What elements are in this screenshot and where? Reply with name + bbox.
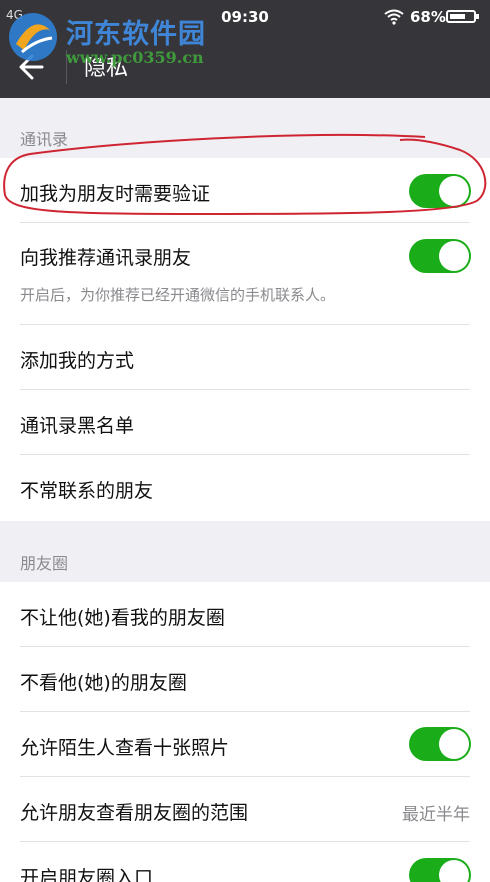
setting-label-hide-mine: 不让他(她)看我的朋友圈 (20, 607, 225, 629)
setting-row-verify[interactable]: 加我为朋友时需要验证 (0, 158, 490, 223)
settings-list: 通讯录 加我为朋友时需要验证 向我推荐通讯录朋友 开启后，为你推荐已经开通微信的… (0, 98, 490, 882)
setting-label-add-methods: 添加我的方式 (20, 350, 135, 372)
wifi-icon (384, 9, 404, 25)
toggle-knob (439, 860, 469, 882)
toggle-partial[interactable] (409, 858, 471, 882)
setting-label-hide-theirs: 不看他(她)的朋友圈 (20, 672, 187, 694)
setting-label-infrequent: 不常联系的朋友 (20, 480, 154, 502)
setting-row-hide-theirs[interactable]: 不看他(她)的朋友圈 (0, 647, 490, 712)
setting-label-partial: 开启朋友圈入口 (20, 867, 154, 882)
toggle-knob (439, 729, 469, 759)
toggle-knob (439, 176, 469, 206)
setting-label-range: 允许朋友查看朋友圈的范围 (20, 802, 249, 824)
setting-row-infrequent[interactable]: 不常联系的朋友 (0, 455, 490, 521)
section-header-moments: 朋友圈 (0, 521, 490, 582)
toggle-strangers[interactable] (409, 727, 471, 761)
battery-icon (446, 10, 476, 23)
section-header-contacts: 通讯录 (0, 98, 490, 158)
setting-value-range: 最近半年 (402, 805, 470, 825)
setting-label-blacklist: 通讯录黑名单 (20, 415, 135, 437)
section-title-contacts: 通讯录 (20, 130, 69, 149)
setting-row-strangers[interactable]: 允许陌生人查看十张照片 (0, 712, 490, 777)
watermark-title: 河东软件园 (66, 19, 206, 50)
watermark-logo-icon (9, 13, 57, 61)
section-title-moments: 朋友圈 (20, 554, 69, 573)
setting-row-recommend[interactable]: 向我推荐通讯录朋友 开启后，为你推荐已经开通微信的手机联系人。 (0, 223, 490, 325)
setting-row-partial[interactable]: 开启朋友圈入口 (0, 842, 490, 882)
toggle-verify[interactable] (409, 174, 471, 208)
setting-label-strangers: 允许陌生人查看十张照片 (20, 737, 230, 759)
toggle-knob (439, 241, 469, 271)
setting-label-recommend: 向我推荐通讯录朋友 (20, 247, 192, 269)
setting-row-range[interactable]: 允许朋友查看朋友圈的范围 最近半年 (0, 777, 490, 842)
setting-row-hide-mine[interactable]: 不让他(她)看我的朋友圈 (0, 582, 490, 647)
setting-desc-recommend: 开启后，为你推荐已经开通微信的手机联系人。 (20, 286, 336, 304)
setting-label-verify: 加我为朋友时需要验证 (20, 183, 211, 205)
setting-row-blacklist[interactable]: 通讯录黑名单 (0, 390, 490, 455)
toggle-recommend[interactable] (409, 239, 471, 273)
battery-percent: 68% (410, 8, 446, 26)
battery-tip (476, 14, 479, 19)
setting-row-add-methods[interactable]: 添加我的方式 (0, 325, 490, 390)
watermark-url: www.pc0359.cn (66, 48, 204, 67)
